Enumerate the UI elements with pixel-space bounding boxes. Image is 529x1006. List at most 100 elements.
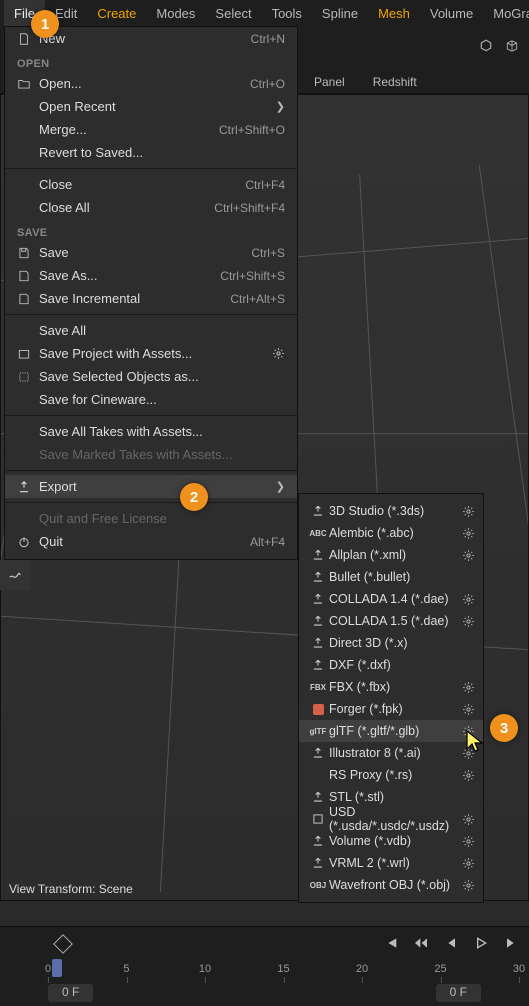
export-item-label: COLLADA 1.5 (*.dae): [329, 614, 459, 628]
export-icon: [311, 636, 325, 650]
next-frame-icon[interactable]: [503, 935, 519, 951]
menu-save[interactable]: Save Ctrl+S: [5, 241, 297, 264]
export-item[interactable]: Bullet (*.bullet): [299, 566, 483, 588]
menu-save-all[interactable]: Save All: [5, 319, 297, 342]
cube-icon[interactable]: [505, 39, 519, 53]
tab-redshift[interactable]: Redshift: [359, 71, 431, 93]
save-as-icon: [17, 269, 31, 283]
export-item[interactable]: Direct 3D (*.x): [299, 632, 483, 654]
menu-save-proj[interactable]: Save Project with Assets...: [5, 342, 297, 365]
play-icon[interactable]: [473, 935, 489, 951]
timeline-tick: 15: [277, 963, 289, 975]
gear-icon[interactable]: [462, 615, 475, 628]
menubar: File Edit Create Modes Select Tools Spli…: [0, 0, 529, 26]
range-end[interactable]: 0 F: [436, 984, 481, 1002]
menu-revert[interactable]: Revert to Saved...: [5, 141, 297, 164]
export-icon: [311, 856, 325, 870]
menu-separator: [5, 415, 297, 416]
gear-icon[interactable]: [462, 681, 475, 694]
menu-save-header: SAVE: [5, 219, 297, 241]
export-item[interactable]: Forger (*.fpk): [299, 698, 483, 720]
export-icon: [311, 790, 325, 804]
range-start[interactable]: 0 F: [48, 984, 93, 1002]
gear-icon[interactable]: [462, 549, 475, 562]
export-item[interactable]: COLLADA 1.4 (*.dae): [299, 588, 483, 610]
menu-save-sel[interactable]: Save Selected Objects as...: [5, 365, 297, 388]
gear-icon[interactable]: [462, 505, 475, 518]
timeline-ruler[interactable]: 051015202530: [48, 963, 519, 985]
keyframe-icon[interactable]: [53, 934, 73, 954]
menu-quit-lic[interactable]: Quit and Free License: [5, 507, 297, 530]
menu-save-as-label: Save As...: [35, 268, 220, 283]
export-item[interactable]: 3D Studio (*.3ds): [299, 500, 483, 522]
menu-save-inc[interactable]: Save Incremental Ctrl+Alt+S: [5, 287, 297, 310]
scribble-icon: [8, 568, 22, 582]
menu-tools[interactable]: Tools: [262, 0, 312, 26]
export-item[interactable]: USD (*.usda/*.usdc/*.usdz): [299, 808, 483, 830]
menu-open-header: OPEN: [5, 50, 297, 72]
menu-volume[interactable]: Volume: [420, 0, 483, 26]
export-item[interactable]: ABCAlembic (*.abc): [299, 522, 483, 544]
menu-save-cw[interactable]: Save for Cineware...: [5, 388, 297, 411]
export-item[interactable]: Illustrator 8 (*.ai): [299, 742, 483, 764]
gear-icon[interactable]: [462, 725, 475, 738]
export-icon: [311, 614, 325, 628]
export-item-label: Bullet (*.bullet): [329, 570, 459, 584]
gear-icon[interactable]: [462, 835, 475, 848]
menu-save-as[interactable]: Save As... Ctrl+Shift+S: [5, 264, 297, 287]
menu-merge[interactable]: Merge... Ctrl+Shift+O: [5, 118, 297, 141]
gear-icon[interactable]: [462, 857, 475, 870]
menu-export-label: Export: [35, 479, 276, 494]
export-item[interactable]: DXF (*.dxf): [299, 654, 483, 676]
menu-spline[interactable]: Spline: [312, 0, 368, 26]
scribble-tool[interactable]: [0, 560, 30, 590]
timeline-range: 0 F 0 F: [48, 984, 481, 1002]
menu-select[interactable]: Select: [205, 0, 261, 26]
export-item-label: RS Proxy (*.rs): [329, 768, 459, 782]
menu-close-label: Close: [35, 177, 245, 192]
prev-key-icon[interactable]: [413, 935, 429, 951]
gear-icon[interactable]: [462, 747, 475, 760]
menu-open[interactable]: Open... Ctrl+O: [5, 72, 297, 95]
export-item[interactable]: Volume (*.vdb): [299, 830, 483, 852]
export-item[interactable]: Allplan (*.xml): [299, 544, 483, 566]
gear-icon[interactable]: [462, 879, 475, 892]
menu-close[interactable]: Close Ctrl+F4: [5, 173, 297, 196]
menu-save-marked: Save Marked Takes with Assets...: [5, 443, 297, 466]
export-item-label: FBX (*.fbx): [329, 680, 459, 694]
transport-controls: [383, 935, 519, 951]
menu-export[interactable]: Export ❯: [5, 475, 297, 498]
menu-modes[interactable]: Modes: [146, 0, 205, 26]
tab-panel[interactable]: Panel: [300, 71, 359, 93]
gear-icon[interactable]: [462, 527, 475, 540]
export-item[interactable]: RS Proxy (*.rs): [299, 764, 483, 786]
timeline-tick: 25: [434, 963, 446, 975]
export-item[interactable]: VRML 2 (*.wrl): [299, 852, 483, 874]
menu-mograph[interactable]: MoGraph: [483, 0, 529, 26]
export-item-label: 3D Studio (*.3ds): [329, 504, 459, 518]
export-item-label: Direct 3D (*.x): [329, 636, 459, 650]
menu-separator: [5, 168, 297, 169]
menu-save-marked-label: Save Marked Takes with Assets...: [35, 447, 285, 462]
menu-close-all[interactable]: Close All Ctrl+Shift+F4: [5, 196, 297, 219]
menu-mesh[interactable]: Mesh: [368, 0, 420, 26]
gear-icon[interactable]: [462, 703, 475, 716]
menu-open-recent[interactable]: Open Recent ❯: [5, 95, 297, 118]
export-item[interactable]: OBJWavefront OBJ (*.obj): [299, 874, 483, 896]
gear-icon[interactable]: [462, 769, 475, 782]
export-item[interactable]: glTFglTF (*.gltf/*.glb): [299, 720, 483, 742]
hexagon-icon[interactable]: [479, 39, 493, 53]
menu-quit[interactable]: Quit Alt+F4: [5, 530, 297, 553]
go-start-icon[interactable]: [383, 935, 399, 951]
menu-close-all-shortcut: Ctrl+Shift+F4: [214, 201, 285, 215]
export-item-label: DXF (*.dxf): [329, 658, 459, 672]
export-item[interactable]: FBXFBX (*.fbx): [299, 676, 483, 698]
gear-icon[interactable]: [462, 813, 475, 826]
menu-save-takes[interactable]: Save All Takes with Assets...: [5, 420, 297, 443]
prev-frame-icon[interactable]: [443, 935, 459, 951]
export-item[interactable]: COLLADA 1.5 (*.dae): [299, 610, 483, 632]
gear-icon[interactable]: [462, 593, 475, 606]
menu-create[interactable]: Create: [87, 0, 146, 26]
gear-icon[interactable]: [272, 347, 285, 360]
export-item-label: VRML 2 (*.wrl): [329, 856, 459, 870]
